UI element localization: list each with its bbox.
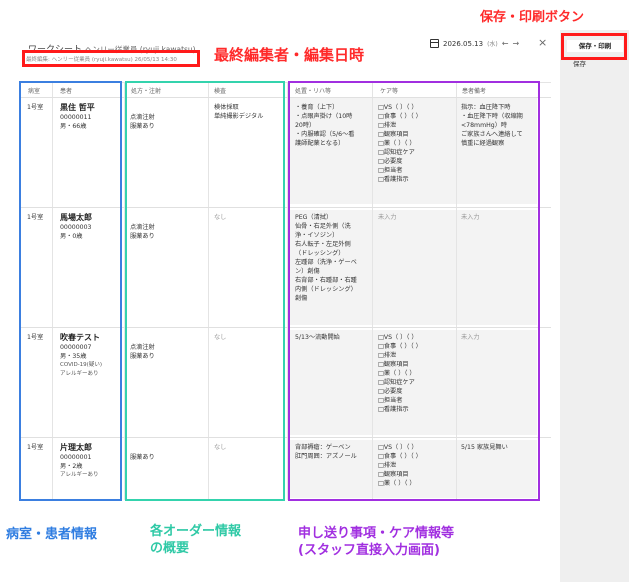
close-icon[interactable]: ×	[538, 36, 547, 49]
save-print-highlight	[561, 33, 627, 60]
last-edit-highlight	[22, 50, 200, 67]
handover-highlight	[288, 81, 540, 501]
side-panel	[560, 30, 629, 582]
save-button[interactable]: 保存	[573, 58, 586, 68]
next-day-icon[interactable]: →	[512, 39, 519, 48]
annotation-handover: 申し送り事項・ケア情報等 (スタッフ直接入力画面)	[298, 525, 454, 559]
date-value[interactable]: 2026.05.13	[443, 40, 483, 48]
annotation-last-editor: 最終編集者・編集日時	[214, 46, 365, 64]
annotation-orders-summary-line2: の概要	[150, 541, 190, 556]
annotation-orders-summary-line1: 各オーダー情報	[150, 524, 242, 539]
date-picker[interactable]: 2026.05.13 (水) ← →	[430, 39, 519, 48]
annotation-handover-line2: (スタッフ直接入力画面)	[298, 543, 440, 558]
annotation-save-print-button: 保存・印刷ボタン	[480, 10, 585, 25]
calendar-icon[interactable]	[430, 39, 439, 48]
room-patient-highlight	[19, 81, 122, 501]
annotation-handover-line1: 申し送り事項・ケア情報等	[298, 526, 455, 541]
prev-day-icon[interactable]: ←	[502, 39, 509, 48]
day-of-week: (水)	[487, 41, 498, 48]
orders-highlight	[125, 81, 285, 501]
annotation-room-patient-info: 病室・患者情報	[6, 527, 98, 542]
annotation-orders-summary: 各オーダー情報 の概要	[150, 523, 241, 557]
